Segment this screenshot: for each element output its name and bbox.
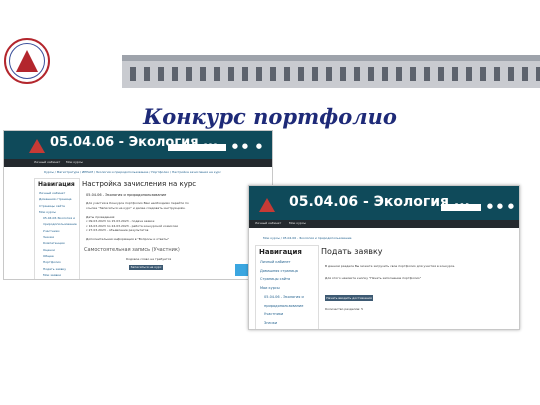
building-window: [382, 67, 388, 81]
building-window: [158, 67, 164, 81]
building-window: [130, 67, 136, 81]
building-window: [536, 67, 540, 81]
menu-dashboard[interactable]: Личный кабинет: [255, 221, 281, 225]
info-line: с 27.03.2023 - объявление результатов: [86, 228, 149, 232]
building-window: [340, 67, 346, 81]
section-title: 05.04.06 - Экология и природопользование: [86, 193, 167, 197]
nav-item[interactable]: Страницы сайта: [256, 275, 318, 284]
building-window: [200, 67, 206, 81]
building-window: [466, 67, 472, 81]
slide-title: Конкурс портфолио: [143, 104, 397, 129]
start-portfolio-button[interactable]: Начать вводить достижения: [325, 295, 373, 301]
building-window: [508, 67, 514, 81]
menu-dashboard[interactable]: Личный кабинет: [34, 160, 60, 164]
university-logo-icon: [4, 38, 50, 84]
info-line: с 16.03.2023 по 24.03.2023 - работа конк…: [86, 223, 179, 228]
building-window: [522, 67, 528, 81]
bell-icon[interactable]: ●: [487, 202, 493, 210]
nav-title: Навигация: [259, 248, 302, 256]
search-input[interactable]: [441, 204, 481, 211]
bell-icon[interactable]: ●: [232, 142, 238, 150]
info-line: Для участия в Конкурсе портфолио Вам нео…: [86, 201, 189, 205]
building-window: [172, 67, 178, 81]
building-window: [438, 67, 444, 81]
site-header: 05.04.06 - Экология ... ● ● ●: [249, 186, 519, 220]
info-line: с 09.03.2023 по 15.03.2023 - подача заяв…: [86, 219, 155, 223]
building-window: [228, 67, 234, 81]
search-input[interactable]: [168, 144, 226, 151]
building-window: [396, 67, 402, 81]
nav-item[interactable]: Результаты: [35, 278, 79, 279]
top-menu: Личный кабинет Мои курсы: [249, 220, 519, 228]
building-window: [354, 67, 360, 81]
building-window: [480, 67, 486, 81]
avatar[interactable]: ●: [508, 202, 514, 210]
navigation-block: Навигация Личный кабинет Домашняя страниц…: [34, 178, 80, 279]
building-photo: [122, 55, 540, 88]
chat-icon[interactable]: ●: [242, 142, 248, 150]
nav-item[interactable]: Домашняя страница: [256, 267, 318, 276]
building-window: [410, 67, 416, 81]
building-window: [186, 67, 192, 81]
screenshot-enrolment: 05.04.06 - Экология ... ● ● ● Личный каб…: [3, 130, 273, 280]
nav-item[interactable]: Значки: [256, 319, 318, 328]
page-title: Подать заявку: [321, 247, 383, 256]
navigation-block: Навигация Личный кабинет Домашняя страниц…: [255, 245, 319, 329]
menu-my-courses[interactable]: Мои курсы: [66, 160, 83, 164]
nav-title: Навигация: [38, 181, 75, 188]
site-header: 05.04.06 - Экология ... ● ● ●: [4, 131, 272, 159]
info-line: Даты проведения:: [86, 214, 116, 219]
building-window: [494, 67, 500, 81]
info-line: Для этого нажмите кнопку "Начать заполне…: [325, 276, 422, 280]
building-window: [312, 67, 318, 81]
site-logo-icon[interactable]: [29, 139, 45, 153]
top-menu: Личный кабинет Мои курсы: [4, 159, 272, 167]
breadcrumb[interactable]: Мои курсы / 05.04.06 - Экология и природ…: [263, 236, 352, 240]
info-line: В данном разделе Вы можете загрузить сво…: [325, 264, 456, 268]
chat-icon[interactable]: ●: [497, 202, 503, 210]
nav-item[interactable]: 05.04.06 - Экология и: [256, 293, 318, 302]
building-window: [368, 67, 374, 81]
banner: [0, 0, 540, 88]
info-line: ссылке "Записаться на курс" и далее след…: [86, 205, 186, 210]
nav-item[interactable]: Мои курсы: [256, 284, 318, 293]
breadcrumb[interactable]: Курсы / Магистратура / ИЕНиМ / Экология …: [44, 170, 221, 174]
nav-item[interactable]: Личный кабинет: [256, 258, 318, 267]
nav-item[interactable]: природопользование: [256, 302, 318, 311]
building-window: [270, 67, 276, 81]
screenshot-application: 05.04.06 - Экология ... ● ● ● Личный каб…: [248, 185, 520, 330]
selfenrol-label: Самостоятельная запись (Участник): [84, 247, 180, 253]
key-label: Кодовое слово не требуется: [126, 257, 172, 261]
nav-item[interactable]: Участники: [256, 310, 318, 319]
building-window: [326, 67, 332, 81]
info-line: Дополнительная информация в "Вопросы и о…: [86, 237, 169, 241]
enrol-button[interactable]: Записаться на курс: [129, 265, 163, 270]
nav-list: Личный кабинет Домашняя страница Страницы …: [35, 190, 79, 279]
building-window: [424, 67, 430, 81]
avatar[interactable]: ●: [256, 142, 262, 150]
building-window: [214, 67, 220, 81]
building-window: [256, 67, 262, 81]
page-title: Настройка зачисления на курс: [82, 180, 197, 188]
site-logo-icon[interactable]: [259, 198, 275, 212]
building-window: [242, 67, 248, 81]
building-window: [284, 67, 290, 81]
nav-list: Личный кабинет Домашняя страница Страницы …: [256, 258, 318, 329]
menu-my-courses[interactable]: Мои курсы: [289, 221, 306, 225]
building-window: [144, 67, 150, 81]
building-window: [452, 67, 458, 81]
attempts-label: Количество разделов: 5: [325, 307, 364, 311]
building-window: [298, 67, 304, 81]
nav-item[interactable]: Компетенции: [256, 328, 318, 329]
